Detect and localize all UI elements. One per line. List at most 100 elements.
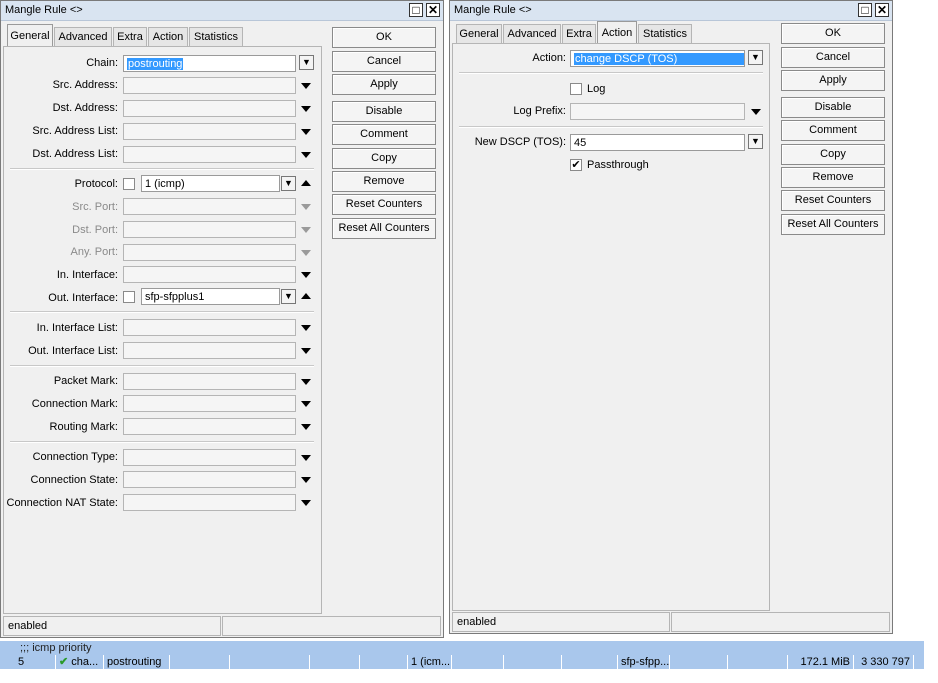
protocol-collapse-icon[interactable] [301,180,311,186]
right-tab-general[interactable]: General [456,24,502,43]
left-comment-button[interactable]: Comment [332,124,436,145]
out-interface-dropdown-button[interactable]: ▼ [281,289,296,304]
out-interface-field[interactable]: sfp-sfpplus1 [141,288,280,305]
connection-nat-state-field[interactable] [123,494,296,511]
in-interface-list-expand-icon[interactable] [301,325,311,331]
out-interface-collapse-icon[interactable] [301,293,311,299]
left-tab-statistics[interactable]: Statistics [189,27,243,46]
src-address-field[interactable] [123,77,296,94]
left-apply-button[interactable]: Apply [332,74,436,95]
in-interface-expand-icon[interactable] [301,272,311,278]
connection-nat-state-expand-icon[interactable] [301,500,311,506]
out-interface-list-field[interactable] [123,342,296,359]
right-tab-action[interactable]: Action [597,21,637,43]
left-status-bar: enabled [3,616,221,636]
log-checkbox[interactable] [570,83,582,95]
src-port-expand-icon[interactable] [301,204,311,210]
dst-address-list-expand-icon[interactable] [301,152,311,158]
left-titlebar[interactable]: Mangle Rule <> □ ✕ [1,1,443,21]
connection-type-expand-icon[interactable] [301,455,311,461]
right-cancel-button[interactable]: Cancel [781,47,885,68]
rule-packets: 3 330 797 [861,656,910,668]
routing-mark-field[interactable] [123,418,296,435]
left-ok-button[interactable]: OK [332,27,436,48]
right-window-title: Mangle Rule <> [454,4,532,16]
right-close-button[interactable]: ✕ [875,3,889,17]
right-ok-button[interactable]: OK [781,23,885,44]
rule-protocol-cell: 1 (icm... [408,655,452,669]
left-reset-all-counters-button[interactable]: Reset All Counters [332,218,436,239]
passthrough-checkbox[interactable]: ✔ [570,159,582,171]
dst-port-expand-icon[interactable] [301,227,311,233]
dst-address-list-field[interactable] [123,146,296,163]
src-address-list-expand-icon[interactable] [301,129,311,135]
right-maximize-button[interactable]: □ [858,3,872,17]
new-dscp-field[interactable]: 45 [570,134,745,151]
protocol-field[interactable]: 1 (icmp) [141,175,280,192]
in-interface-field[interactable] [123,266,296,283]
left-disable-button[interactable]: Disable [332,101,436,122]
in-interface-list-field[interactable] [123,319,296,336]
right-apply-button[interactable]: Apply [781,70,885,91]
src-port-field[interactable] [123,198,296,215]
right-tab-statistics[interactable]: Statistics [638,24,692,43]
right-tab-advanced[interactable]: Advanced [503,24,561,43]
src-address-list-field[interactable] [123,123,296,140]
packet-mark-field[interactable] [123,373,296,390]
connection-state-expand-icon[interactable] [301,477,311,483]
left-maximize-button[interactable]: □ [409,3,423,17]
any-port-field[interactable] [123,244,296,261]
dst-address-label: Dst. Address: [52,102,118,114]
new-dscp-dropdown-button[interactable]: ▼ [748,134,763,149]
left-tab-advanced[interactable]: Advanced [54,27,112,46]
right-reset-all-counters-button[interactable]: Reset All Counters [781,214,885,235]
left-tab-extra[interactable]: Extra [113,27,147,46]
out-interface-negate-checkbox[interactable] [123,291,135,303]
dst-address-field[interactable] [123,100,296,117]
checkmark-icon: ✔ [59,656,69,668]
left-tab-action[interactable]: Action [148,27,188,46]
right-titlebar[interactable]: Mangle Rule <> □ ✕ [450,1,892,21]
out-interface-label: Out. Interface: [48,292,118,304]
separator-3 [10,365,314,367]
left-copy-button[interactable]: Copy [332,148,436,169]
out-interface-list-expand-icon[interactable] [301,348,311,354]
left-status-bar-extra [222,616,441,636]
rule-col-6 [310,655,360,669]
right-copy-button[interactable]: Copy [781,144,885,165]
right-comment-button[interactable]: Comment [781,120,885,141]
src-address-expand-icon[interactable] [301,83,311,89]
action-dropdown-button[interactable]: ▼ [748,50,763,65]
separator-4 [10,441,314,443]
log-prefix-field[interactable] [570,103,745,120]
dst-port-field[interactable] [123,221,296,238]
right-disable-button[interactable]: Disable [781,97,885,118]
left-remove-button[interactable]: Remove [332,171,436,192]
dst-address-expand-icon[interactable] [301,106,311,112]
rule-bytes-cell: 172.1 MiB [788,655,854,669]
chain-dropdown-button[interactable]: ▼ [299,55,314,70]
protocol-negate-checkbox[interactable] [123,178,135,190]
connection-state-field[interactable] [123,471,296,488]
protocol-dropdown-button[interactable]: ▼ [281,176,296,191]
connection-mark-expand-icon[interactable] [301,401,311,407]
new-dscp-label: New DSCP (TOS): [474,136,566,148]
right-reset-counters-button[interactable]: Reset Counters [781,190,885,211]
rule-comment-row[interactable]: ;;; icmp priority [0,641,924,655]
separator-2 [10,311,314,313]
connection-mark-field[interactable] [123,395,296,412]
routing-mark-expand-icon[interactable] [301,424,311,430]
any-port-expand-icon[interactable] [301,250,311,256]
action-field[interactable]: change DSCP (TOS) [570,50,745,67]
chain-field[interactable]: postrouting [123,55,296,72]
right-remove-button[interactable]: Remove [781,167,885,188]
left-cancel-button[interactable]: Cancel [332,51,436,72]
right-tab-extra[interactable]: Extra [562,24,596,43]
left-reset-counters-button[interactable]: Reset Counters [332,194,436,215]
connection-type-field[interactable] [123,449,296,466]
left-tab-general[interactable]: General [7,24,53,46]
log-prefix-expand-icon[interactable] [751,109,761,115]
left-close-button[interactable]: ✕ [426,3,440,17]
packet-mark-expand-icon[interactable] [301,379,311,385]
rule-row[interactable]: 5 ✔ cha... postrouting 1 (icm... sfp-sfp… [0,655,924,669]
